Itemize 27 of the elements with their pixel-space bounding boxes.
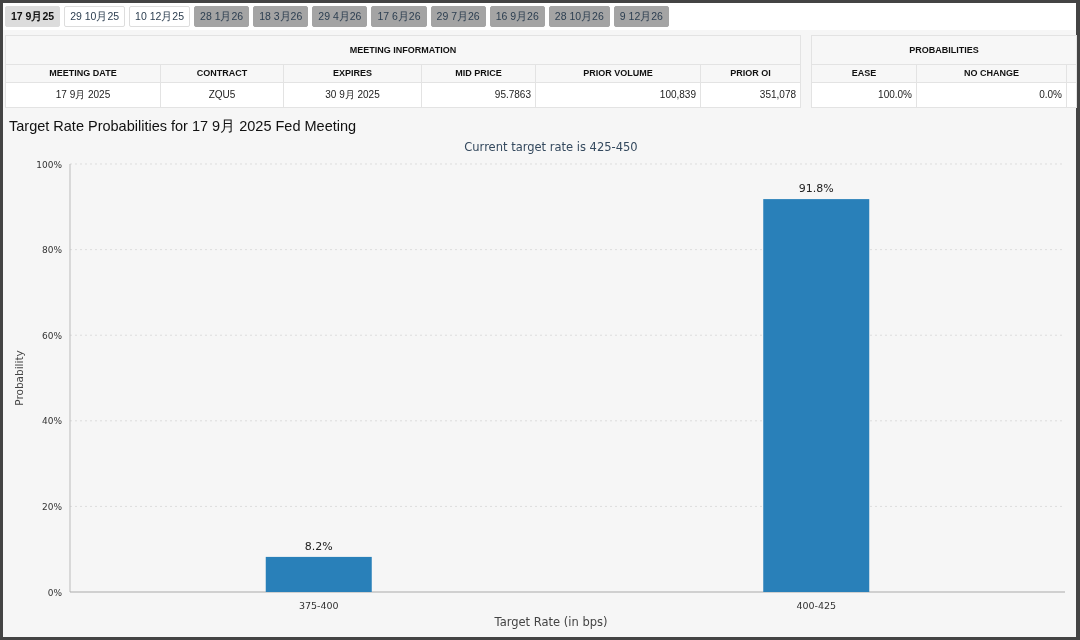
date-tab[interactable]: 17 9月25 [5,6,61,27]
axis-tick-label: 20% [42,501,62,512]
date-tab[interactable]: 10 12月25 [129,6,191,27]
axis-title: Target Rate (in bps) [494,614,608,629]
table-title: PROBABILITIES [811,35,1077,65]
table-cell: ZQU5 [160,82,284,108]
chart-title: Current target rate is 425-450 [464,139,638,154]
table-cell: 17 9月 2025 [5,82,161,108]
table-cell: 0.0% [916,82,1067,108]
axis-tick-label: 0% [47,587,62,598]
axis-tick-label: 40% [42,416,62,427]
axis-title: Probability [13,350,25,406]
data-label: 91.8% [798,181,834,195]
axis-tick-label: 60% [42,330,62,341]
data-label: 8.2% [304,539,333,553]
axis-tick-label: 375-400 [298,599,339,611]
axis-tick-label: 400-425 [796,599,837,611]
axis-tick-label: 80% [42,244,62,255]
table-cell: 95.7863 [421,82,536,108]
table-cell: 100,839 [535,82,701,108]
axis-tick-label: 100% [36,159,62,170]
table-cell: 351,078 [700,82,801,108]
table-cell: 30 9月 2025 [283,82,422,108]
date-tab[interactable]: 29 10月25 [64,6,126,27]
table-cell: 100.0% [811,82,917,108]
chart-heading: Target Rate Probabilities for 17 9月 2025 Fed Meeting [8,116,358,136]
table-title: MEETING INFORMATION [5,35,801,65]
